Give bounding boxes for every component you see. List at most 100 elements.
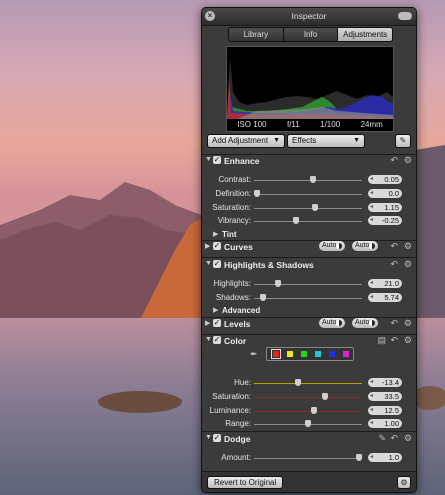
enhance-section-header[interactable]: ▼ ✓ Enhance ↶ ⚙	[202, 155, 416, 167]
curves-auto-button-2[interactable]: Auto	[352, 241, 378, 251]
stepper-icon[interactable]: ◂	[370, 216, 373, 225]
highlights-value-field[interactable]: ◂ 21.0	[368, 279, 402, 288]
advanced-subsection-header[interactable]: ▶ Advanced	[202, 306, 416, 317]
highlights-shadows-checkbox[interactable]: ✓	[213, 260, 221, 268]
dodge-checkbox[interactable]: ✓	[213, 434, 221, 442]
color-section-header[interactable]: ▼ ✓ Color ▤ ↶ ⚙	[202, 335, 416, 347]
dodge-section-header[interactable]: ▼ ✓ Dodge ✎ ↶ ⚙	[202, 433, 416, 445]
hue-slider-handle[interactable]	[294, 379, 301, 386]
amount-value-field[interactable]: ◂ 1.0	[368, 453, 402, 462]
gear-icon[interactable]: ⚙	[404, 259, 412, 270]
vibrancy-slider-handle[interactable]	[292, 217, 299, 224]
luminance-slider[interactable]	[254, 411, 362, 412]
stepper-icon[interactable]: ◂	[370, 293, 373, 302]
levels-checkbox[interactable]: ✓	[213, 319, 221, 327]
disclosure-right-icon[interactable]: ▶	[205, 319, 210, 327]
levels-auto-button-1[interactable]: Auto	[319, 318, 345, 328]
gear-menu-button[interactable]: ⚙	[397, 476, 411, 489]
saturation-value-field[interactable]: ◂ 1.15	[368, 203, 402, 212]
curves-section-header[interactable]: ▶ ✓ Curves Auto Auto ↶ ⚙	[202, 241, 416, 253]
disclosure-right-icon[interactable]: ▶	[213, 306, 218, 314]
color-saturation-slider[interactable]	[254, 397, 362, 398]
stepper-icon[interactable]: ◂	[370, 419, 373, 428]
contrast-slider[interactable]	[254, 180, 362, 181]
gear-icon[interactable]: ⚙	[404, 241, 412, 252]
luminance-slider-handle[interactable]	[311, 407, 318, 414]
stepper-icon[interactable]: ◂	[370, 453, 373, 462]
stepper-icon[interactable]: ◂	[370, 406, 373, 415]
definition-value-field[interactable]: ◂ 0.0	[368, 189, 402, 198]
swatch-green[interactable]	[301, 351, 307, 357]
highlights-slider[interactable]	[254, 284, 362, 285]
definition-slider[interactable]	[254, 194, 362, 195]
amount-slider[interactable]	[254, 458, 362, 459]
shadows-value-field[interactable]: ◂ 5.74	[368, 293, 402, 302]
color-saturation-slider-handle[interactable]	[322, 393, 329, 400]
swatch-yellow[interactable]	[287, 351, 293, 357]
disclosure-down-icon[interactable]: ▼	[205, 260, 212, 267]
definition-slider-handle[interactable]	[254, 190, 260, 197]
vibrancy-slider[interactable]	[254, 221, 362, 222]
shadows-slider[interactable]	[254, 298, 362, 299]
swatch-blue[interactable]	[329, 351, 335, 357]
disclosure-right-icon[interactable]: ▶	[213, 230, 218, 238]
tab-info[interactable]: Info	[283, 28, 339, 41]
saturation-slider[interactable]	[254, 208, 362, 209]
stepper-icon[interactable]: ◂	[370, 203, 373, 212]
luminance-value-field[interactable]: ◂ 12.5	[368, 406, 402, 415]
undo-icon[interactable]: ↶	[390, 259, 398, 270]
enhance-checkbox[interactable]: ✓	[213, 156, 221, 164]
brush-tool-button[interactable]: ✎	[395, 134, 411, 148]
undo-icon[interactable]: ↶	[390, 318, 398, 329]
stepper-icon[interactable]: ◂	[370, 378, 373, 387]
tab-library[interactable]: Library	[229, 28, 284, 41]
revert-to-original-button[interactable]: Revert to Original	[207, 476, 284, 489]
effects-dropdown[interactable]: Effects ▼	[287, 134, 365, 148]
contrast-slider-handle[interactable]	[310, 176, 317, 183]
color-view-icon[interactable]: ▤	[377, 335, 386, 346]
stepper-icon[interactable]: ◂	[370, 279, 373, 288]
shadows-slider-handle[interactable]	[260, 294, 267, 301]
curves-checkbox[interactable]: ✓	[213, 242, 221, 250]
brush-icon[interactable]: ✎	[378, 433, 386, 444]
swatch-red[interactable]	[271, 349, 281, 359]
undo-icon[interactable]: ↶	[390, 335, 398, 346]
toolbar-toggle-button[interactable]	[398, 12, 412, 20]
levels-auto-button-2[interactable]: Auto	[352, 318, 378, 328]
amount-slider-handle[interactable]	[356, 454, 362, 461]
disclosure-down-icon[interactable]: ▼	[205, 434, 212, 441]
curves-auto-button-1[interactable]: Auto	[319, 241, 345, 251]
vibrancy-value-field[interactable]: ◂ -0.25	[368, 216, 402, 225]
disclosure-right-icon[interactable]: ▶	[205, 242, 210, 250]
disclosure-down-icon[interactable]: ▼	[205, 336, 212, 343]
stepper-icon[interactable]: ◂	[370, 175, 373, 184]
swatch-magenta[interactable]	[343, 351, 349, 357]
undo-icon[interactable]: ↶	[390, 433, 398, 444]
swatch-cyan[interactable]	[315, 351, 321, 357]
gear-icon[interactable]: ⚙	[404, 433, 412, 444]
levels-section-header[interactable]: ▶ ✓ Levels Auto Auto ↶ ⚙	[202, 318, 416, 330]
title-bar[interactable]: × Inspector	[202, 8, 416, 26]
undo-icon[interactable]: ↶	[390, 155, 398, 166]
stepper-icon[interactable]: ◂	[370, 392, 373, 401]
highlights-shadows-section-header[interactable]: ▼ ✓ Highlights & Shadows ↶ ⚙	[202, 259, 416, 271]
disclosure-down-icon[interactable]: ▼	[205, 156, 212, 163]
stepper-icon[interactable]: ◂	[370, 189, 373, 198]
hue-value-field[interactable]: ◂ -13.4	[368, 378, 402, 387]
contrast-value-field[interactable]: ◂ 0.05	[368, 175, 402, 184]
range-slider-handle[interactable]	[305, 420, 311, 427]
gear-icon[interactable]: ⚙	[404, 335, 412, 346]
gear-icon: ⚙	[400, 478, 408, 487]
gear-icon[interactable]: ⚙	[404, 155, 412, 166]
gear-icon[interactable]: ⚙	[404, 318, 412, 329]
hue-slider[interactable]	[254, 383, 362, 384]
color-checkbox[interactable]: ✓	[213, 336, 221, 344]
add-adjustment-dropdown[interactable]: Add Adjustment ▼	[207, 134, 285, 148]
eyedropper-icon[interactable]: ✒	[250, 349, 258, 360]
color-saturation-value-field[interactable]: ◂ 33.5	[368, 392, 402, 401]
highlights-slider-handle[interactable]	[275, 280, 282, 287]
range-value-field[interactable]: ◂ 1.00	[368, 419, 402, 428]
tab-adjustments[interactable]: Adjustments	[338, 28, 392, 41]
saturation-slider-handle[interactable]	[312, 204, 319, 211]
undo-icon[interactable]: ↶	[390, 241, 398, 252]
